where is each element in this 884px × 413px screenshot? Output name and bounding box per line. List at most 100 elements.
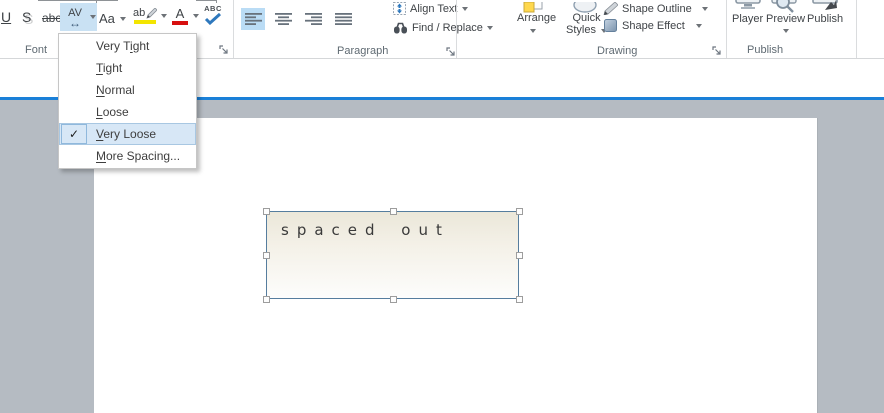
quick-styles-button[interactable]: Quick Styles bbox=[566, 12, 608, 36]
chevron-down-icon[interactable] bbox=[161, 13, 168, 18]
strikethrough-label: abc bbox=[42, 11, 62, 25]
binoculars-icon bbox=[394, 22, 407, 34]
chevron-down-icon[interactable] bbox=[695, 23, 702, 28]
group-separator bbox=[856, 0, 857, 58]
character-spacing-button[interactable]: AV ↔ bbox=[60, 3, 97, 31]
chevron-down-icon[interactable] bbox=[90, 15, 96, 19]
menu-item[interactable]: ✓ Very Loose bbox=[59, 123, 196, 145]
align-center-button[interactable] bbox=[271, 8, 295, 30]
align-justify-icon bbox=[334, 13, 352, 25]
publish-label: Publish bbox=[807, 13, 844, 25]
chevron-down-icon[interactable] bbox=[461, 6, 468, 11]
align-text-label: Align Text bbox=[410, 2, 458, 15]
spell-check-button[interactable]: ABC bbox=[204, 4, 222, 25]
group-separator bbox=[456, 0, 457, 58]
menu-item-label: Tight bbox=[96, 61, 123, 75]
paragraph-dialog-launcher[interactable] bbox=[446, 47, 456, 57]
check-icon: ✓ bbox=[61, 124, 87, 144]
font-color-swatch bbox=[172, 21, 188, 25]
quick-styles-label-line2: Styles bbox=[566, 24, 596, 36]
check-mark-icon bbox=[204, 13, 222, 25]
character-spacing-icon: AV ↔ bbox=[63, 7, 87, 30]
change-case-label: Aa bbox=[99, 11, 115, 26]
arrange-label: Arrange bbox=[517, 12, 557, 24]
selection-handle[interactable] bbox=[516, 208, 523, 215]
font-group-label: Font bbox=[25, 44, 48, 56]
left-right-arrow-icon: ↔ bbox=[69, 15, 81, 30]
align-justify-button[interactable] bbox=[331, 8, 355, 30]
cropped-control-edge bbox=[38, 0, 118, 1]
player-label: Player bbox=[732, 13, 764, 25]
text-shadow-label: S bbox=[22, 9, 32, 25]
menu-item-label: More Spacing... bbox=[96, 149, 181, 163]
text-highlight-color-button[interactable]: ab bbox=[133, 7, 168, 24]
selection-handle[interactable] bbox=[263, 252, 270, 259]
align-left-button[interactable] bbox=[241, 8, 265, 30]
preview-button[interactable]: Preview bbox=[766, 13, 805, 25]
chevron-down-icon[interactable] bbox=[119, 16, 126, 21]
highlight-label: ab bbox=[133, 7, 146, 19]
paragraph-group-label: Paragraph bbox=[337, 45, 389, 57]
spell-check-label: ABC bbox=[204, 4, 222, 13]
publish-group-label: Publish bbox=[747, 44, 784, 56]
menu-item-label: Very Loose bbox=[96, 127, 157, 141]
shape-outline-pencil-icon bbox=[603, 2, 618, 15]
highlight-color-swatch bbox=[134, 20, 157, 24]
cropped-control-edge bbox=[196, 0, 217, 1]
find-replace-button[interactable]: Find / Replace bbox=[393, 22, 493, 34]
preview-label: Preview bbox=[766, 13, 806, 25]
change-case-button[interactable]: Aa bbox=[99, 11, 126, 26]
menu-item-label: Normal bbox=[96, 83, 135, 97]
menu-item-label: Very Tight bbox=[96, 39, 150, 53]
underline-button[interactable]: U bbox=[1, 9, 11, 25]
chevron-down-icon[interactable] bbox=[701, 6, 708, 11]
player-button[interactable]: Player bbox=[732, 13, 763, 25]
selection-handle[interactable] bbox=[263, 296, 270, 303]
app-window: U S abc AV ↔ Aa ab A ABC Font Align Text… bbox=[0, 0, 884, 413]
group-separator bbox=[726, 0, 727, 58]
chevron-down-icon[interactable] bbox=[783, 29, 789, 33]
menu-item[interactable]: More Spacing... bbox=[59, 145, 196, 167]
align-right-icon bbox=[304, 13, 322, 25]
drawing-group-label: Drawing bbox=[597, 45, 638, 57]
strikethrough-button[interactable]: abc bbox=[42, 11, 61, 25]
arrange-button[interactable]: Arrange bbox=[517, 12, 556, 24]
align-right-button[interactable] bbox=[301, 8, 325, 30]
menu-item[interactable]: Normal bbox=[59, 79, 196, 101]
shape-effect-icon bbox=[604, 19, 617, 32]
underline-label: U bbox=[1, 9, 12, 25]
chevron-down-icon[interactable] bbox=[193, 14, 199, 18]
align-left-icon bbox=[244, 13, 262, 25]
group-separator bbox=[233, 0, 234, 58]
selection-handle[interactable] bbox=[390, 296, 397, 303]
selection-handle[interactable] bbox=[516, 296, 523, 303]
shape-effect-label: Shape Effect bbox=[622, 19, 685, 32]
chevron-down-icon[interactable] bbox=[530, 29, 536, 33]
textbox-text: spaced out bbox=[281, 221, 450, 239]
selected-textbox[interactable]: spaced out bbox=[263, 208, 523, 303]
chevron-down-icon[interactable] bbox=[486, 26, 493, 30]
shape-effect-button[interactable]: Shape Effect bbox=[604, 19, 702, 32]
shape-outline-button[interactable]: Shape Outline bbox=[602, 2, 708, 15]
highlight-pen-icon bbox=[146, 8, 158, 19]
publish-button[interactable]: Publish bbox=[807, 13, 843, 25]
menu-item[interactable]: Tight bbox=[59, 57, 196, 79]
shape-outline-label: Shape Outline bbox=[622, 2, 692, 15]
align-center-icon bbox=[274, 13, 292, 25]
character-spacing-menu: Very Tight Tight Normal Loose ✓ Very Loose Mor… bbox=[58, 33, 197, 169]
cropped-control-edge bbox=[216, 0, 217, 3]
selection-handle[interactable] bbox=[263, 208, 270, 215]
font-color-button[interactable]: A bbox=[172, 7, 199, 25]
menu-item-label: Loose bbox=[96, 105, 129, 119]
font-dialog-launcher[interactable] bbox=[219, 45, 229, 55]
text-shadow-button[interactable]: S bbox=[22, 9, 31, 25]
quick-styles-label-line1: Quick bbox=[572, 12, 601, 24]
align-text-icon bbox=[393, 2, 406, 15]
menu-item[interactable]: Very Tight bbox=[59, 35, 196, 57]
menu-item[interactable]: Loose bbox=[59, 101, 196, 123]
slide[interactable]: spaced out bbox=[94, 118, 817, 413]
drawing-dialog-launcher[interactable] bbox=[712, 46, 722, 56]
find-replace-label: Find / Replace bbox=[412, 22, 483, 34]
selection-handle[interactable] bbox=[516, 252, 523, 259]
selection-handle[interactable] bbox=[390, 208, 397, 215]
